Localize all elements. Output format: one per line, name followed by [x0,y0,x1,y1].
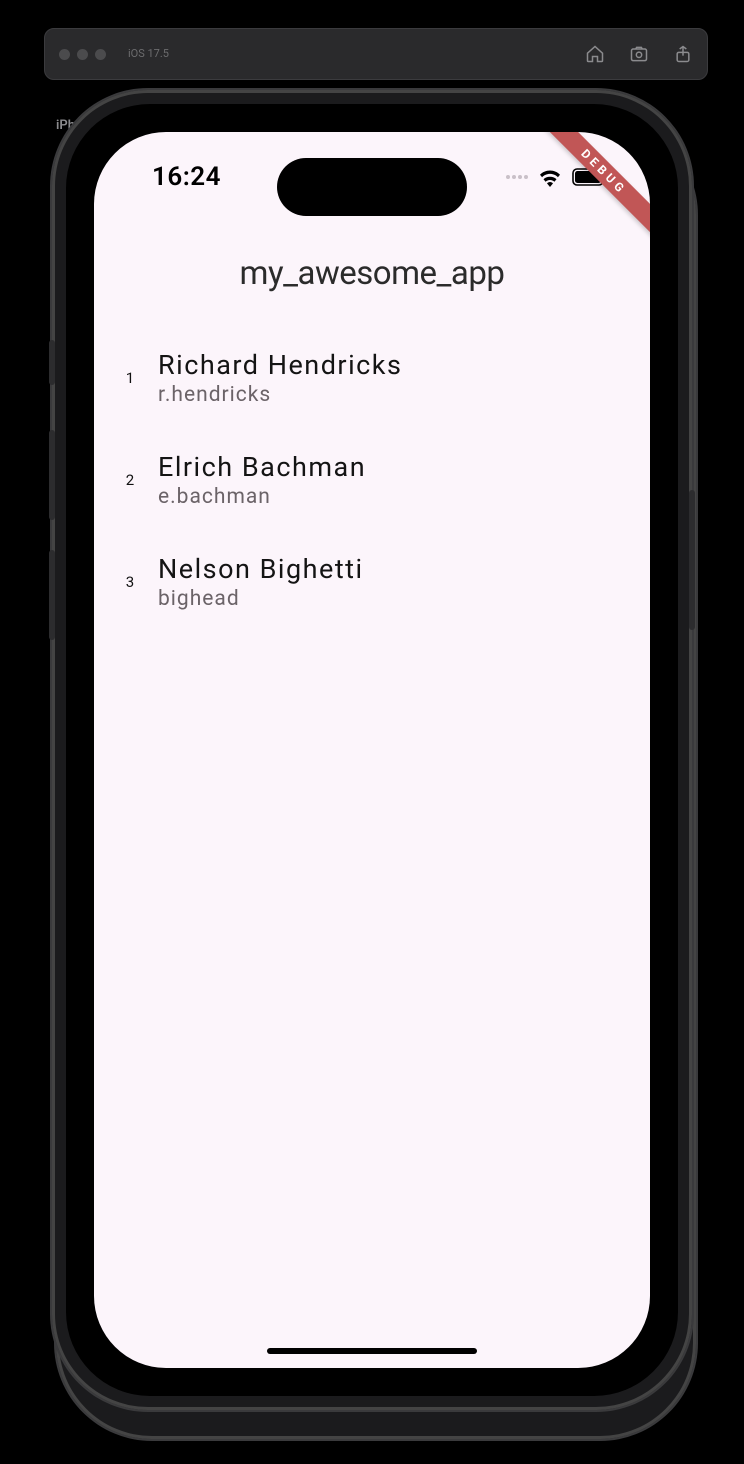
volume-down-button[interactable] [49,550,55,640]
home-indicator[interactable] [267,1348,477,1354]
list-item-index: 1 [102,369,158,387]
list-item-username: e.bachman [158,485,366,509]
minimize-icon[interactable] [77,49,88,60]
list-item-name: Richard Hendricks [158,349,402,381]
simulator-actions [585,44,693,64]
list-item[interactable]: 3 Nelson Bighetti bighead [94,531,650,633]
screenshot-icon[interactable] [629,44,649,64]
list-item-name: Elrich Bachman [158,451,366,483]
window-controls[interactable] [59,49,106,60]
wifi-icon [538,167,562,187]
power-button[interactable] [689,490,695,630]
list-item-username: r.hendricks [158,383,402,407]
list-item[interactable]: 2 Elrich Bachman e.bachman [94,429,650,531]
home-icon[interactable] [585,44,605,64]
list-item-username: bighead [158,587,364,611]
dynamic-island [277,158,467,216]
status-time: 16:24 [152,162,221,192]
volume-up-button[interactable] [49,430,55,520]
zoom-icon[interactable] [95,49,106,60]
list-item-name: Nelson Bighetti [158,553,364,585]
battery-icon [572,168,608,186]
simulator-toolbar: iPhone 15 iOS 17.5 [44,28,708,80]
simulator-title: iPhone 15 iOS 17.5 [128,48,169,60]
close-icon[interactable] [59,49,70,60]
list-item[interactable]: 1 Richard Hendricks r.hendricks [94,327,650,429]
list-item-index: 2 [102,471,158,489]
cellular-dots-icon [506,175,528,179]
share-icon[interactable] [673,44,693,64]
simulator-os-label: iOS 17.5 [128,48,169,60]
phone-device-frame: DEBUG 16:24 my_awesome_app 1 [52,90,692,1410]
user-list[interactable]: 1 Richard Hendricks r.hendricks 2 Elrich… [94,327,650,633]
list-item-index: 3 [102,573,158,591]
phone-screen: DEBUG 16:24 my_awesome_app 1 [94,132,650,1368]
mute-switch[interactable] [49,340,55,385]
app-title: my_awesome_app [94,254,650,293]
